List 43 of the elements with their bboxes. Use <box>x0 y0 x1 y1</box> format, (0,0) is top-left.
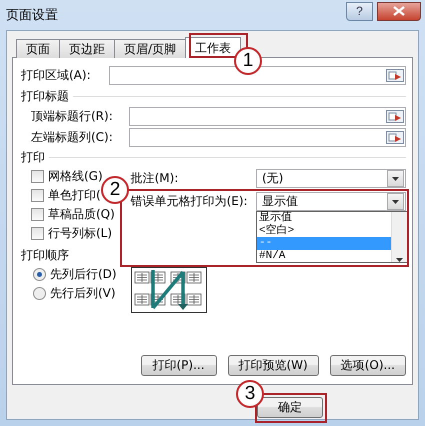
field-label: 批注(M): <box>130 170 178 187</box>
collapse-range-icon[interactable] <box>386 69 404 82</box>
ok-button[interactable]: 确定 <box>257 397 323 418</box>
scroll-down-icon <box>396 258 403 262</box>
collapse-range-icon[interactable] <box>386 110 404 123</box>
close-icon <box>393 6 405 16</box>
radio-button[interactable] <box>33 268 46 281</box>
dialog-button[interactable]: 选项(O)... <box>330 355 406 376</box>
dropdown-option[interactable]: <空白> <box>257 224 391 237</box>
dialog-button[interactable]: 打印预览(W) <box>228 355 319 376</box>
caret-icon <box>392 200 399 204</box>
tab[interactable]: 页眉/页脚 <box>114 39 186 58</box>
dropdown-option[interactable]: #N/A <box>257 250 391 262</box>
field-label: 左端标题列(C): <box>31 129 114 146</box>
field-label: 错误单元格打印为(E): <box>130 193 248 210</box>
dialog-button[interactable]: 打印(P)... <box>140 355 216 376</box>
close-button[interactable] <box>377 2 421 20</box>
collapse-range-icon[interactable] <box>386 131 404 144</box>
checkbox[interactable] <box>31 189 44 202</box>
radio-label: 先列后行(D) <box>50 266 117 283</box>
section-heading: 打印标题 <box>21 88 69 104</box>
tab[interactable]: 页边距 <box>59 39 115 58</box>
checkbox-label: 行号列标(L) <box>48 225 112 242</box>
window-title: 页面设置 <box>6 7 59 24</box>
checkbox-label: 网格线(G) <box>48 168 103 185</box>
checkbox[interactable] <box>31 170 44 183</box>
section-heading: 打印顺序 <box>21 246 69 264</box>
field-label: 顶端标题行(R): <box>31 108 114 125</box>
radio-button[interactable] <box>33 287 46 300</box>
help-button[interactable]: ? <box>346 2 373 20</box>
comments-dropdown[interactable]: (无) <box>256 169 406 188</box>
tab[interactable]: 页面 <box>16 39 60 58</box>
checkbox-label: 草稿品质(Q) <box>48 206 115 223</box>
field-label: 打印区域(A): <box>21 67 92 84</box>
checkbox[interactable] <box>31 227 44 240</box>
section-heading: 打印 <box>21 148 45 166</box>
checkbox[interactable] <box>31 208 44 221</box>
title-range-field[interactable] <box>129 128 406 147</box>
dropdown-option[interactable]: 显示值 <box>257 212 391 224</box>
checkbox-label: 单色打印( <box>48 187 101 204</box>
caret-icon <box>392 176 399 180</box>
radio-label: 先行后列(V) <box>50 285 116 302</box>
title-range-field[interactable] <box>129 107 406 126</box>
